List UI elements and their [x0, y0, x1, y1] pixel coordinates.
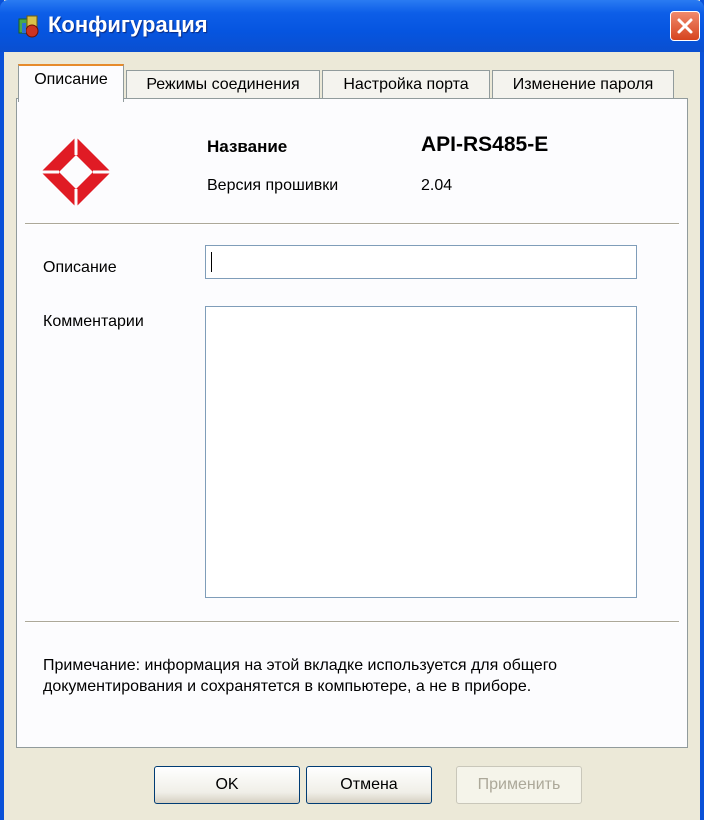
device-name-label: Название [207, 137, 288, 156]
tab-port-settings[interactable]: Настройка порта [322, 70, 490, 100]
note-line-2: документирования и сохранятется в компью… [43, 678, 532, 695]
window-title: Конфигурация [48, 12, 208, 37]
description-input[interactable] [205, 245, 637, 279]
apply-button[interactable]: Применить [456, 766, 582, 804]
configuration-tools-icon [18, 15, 39, 38]
tab-panel-description: Название API-RS485-E Версия прошивки 2.0… [16, 98, 688, 748]
ok-button[interactable]: OK [154, 766, 300, 804]
note-text: Примечание: информация на этой вкладке и… [43, 655, 673, 697]
close-button[interactable] [670, 11, 700, 41]
comments-label: Комментарии [43, 313, 144, 330]
title-bar[interactable]: Конфигурация [0, 0, 704, 52]
text-caret [211, 252, 212, 272]
tab-connection-modes[interactable]: Режимы соединения [126, 70, 320, 100]
tab-change-password[interactable]: Изменение пароля [492, 70, 674, 100]
config-dialog: Конфигурация Описание Режимы соединения … [0, 0, 704, 820]
close-x-icon [677, 18, 693, 34]
divider [25, 223, 679, 225]
red-diamond-logo [41, 137, 111, 207]
device-name-value: API-RS485-E [421, 133, 549, 156]
firmware-version-label: Версия прошивки [207, 177, 339, 194]
firmware-version-value: 2.04 [421, 177, 453, 194]
divider [25, 621, 679, 623]
note-line-1: Примечание: информация на этой вкладке и… [43, 657, 558, 674]
tab-description[interactable]: Описание [18, 64, 124, 102]
cancel-button[interactable]: Отмена [306, 766, 432, 804]
comments-textarea[interactable] [205, 306, 637, 598]
description-label: Описание [43, 259, 117, 276]
